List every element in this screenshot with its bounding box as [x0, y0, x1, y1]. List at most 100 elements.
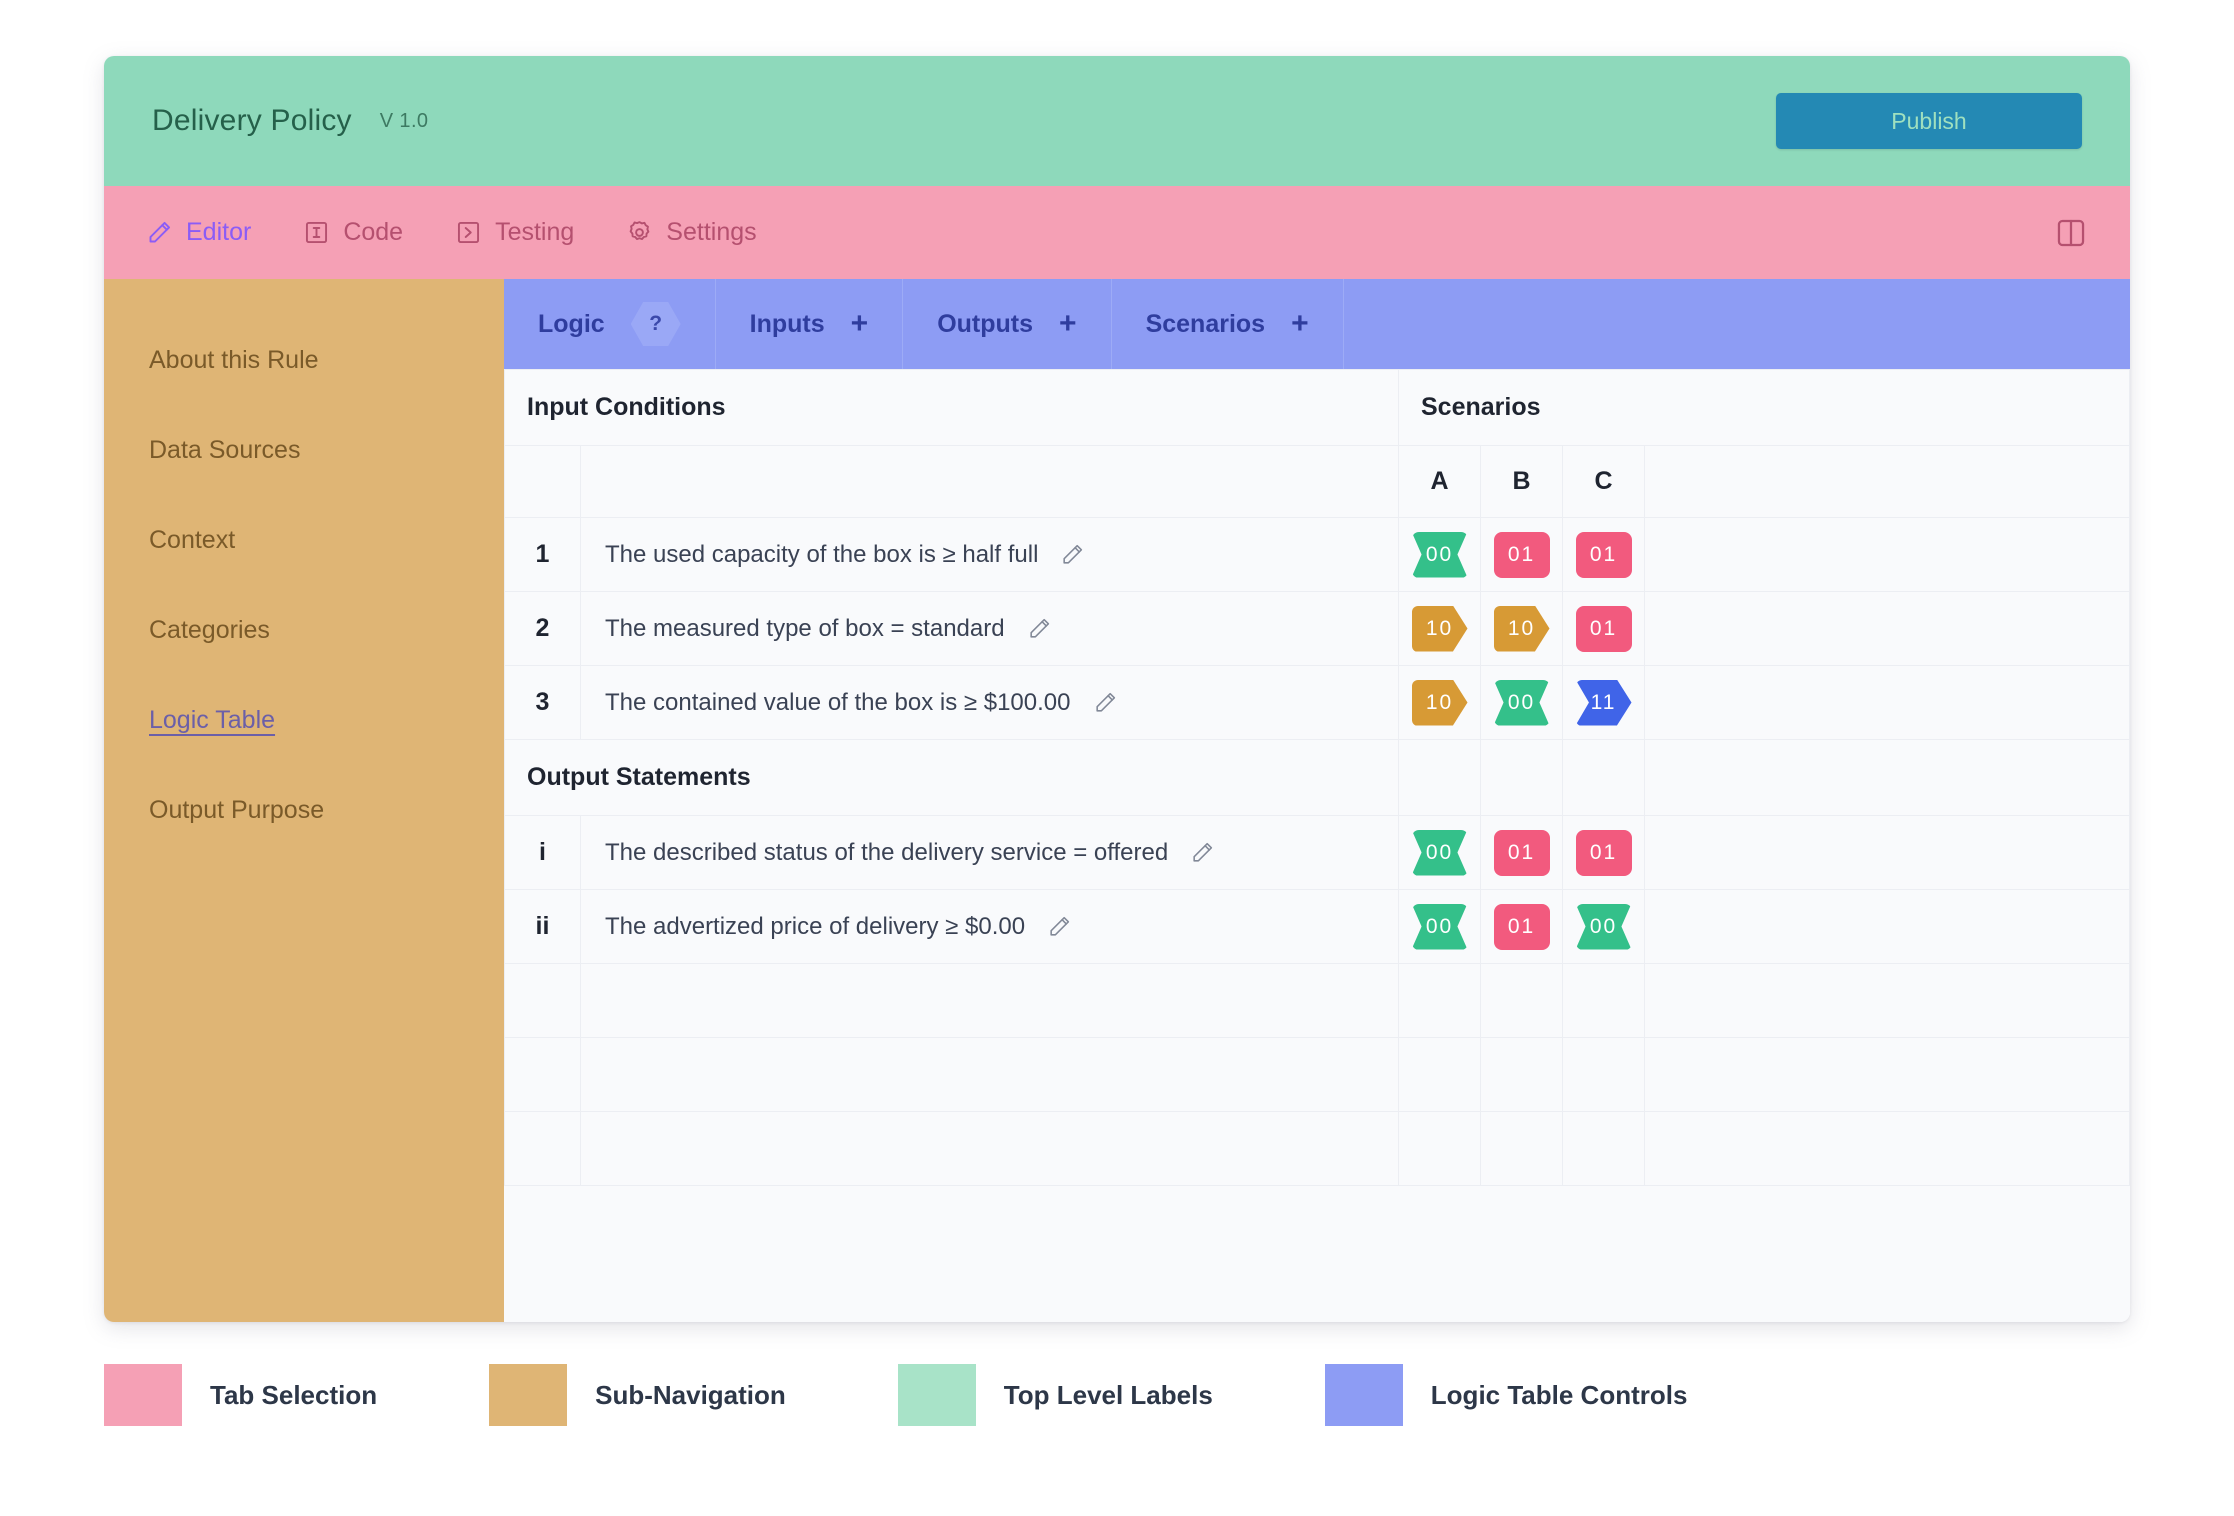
blank-cell — [1398, 739, 1481, 816]
logic-tab-logic[interactable]: Logic ? — [504, 279, 716, 369]
scenario-badge[interactable]: 00 — [1411, 903, 1468, 950]
scenario-badge[interactable]: 00 — [1411, 829, 1468, 876]
pencil-icon[interactable] — [1027, 616, 1052, 641]
row-spacer-cell — [1644, 517, 2130, 592]
scenario-badge[interactable]: 00 — [1411, 531, 1468, 578]
scenario-cell[interactable]: 01 — [1480, 815, 1563, 890]
blank-cell — [1480, 739, 1563, 816]
scenario-cell[interactable]: 01 — [1480, 889, 1563, 964]
scenario-badge[interactable]: 10 — [1493, 605, 1550, 652]
scenario-badge[interactable]: 00 — [1493, 679, 1550, 726]
legend-item-sub-navigation: Sub-Navigation — [489, 1364, 786, 1426]
scenario-badge[interactable]: 01 — [1493, 903, 1550, 950]
scenario-cell[interactable]: 00 — [1398, 815, 1481, 890]
scenario-badge[interactable]: 01 — [1493, 829, 1550, 876]
blank-cell — [1562, 963, 1645, 1038]
sidebar-item-logic-table[interactable]: Logic Table — [104, 675, 504, 765]
blank-cell — [1480, 1111, 1563, 1186]
logic-table: Input Conditions Scenarios A B C 1 The used ca… — [504, 369, 2130, 1186]
blank-cell — [504, 963, 581, 1038]
main-content: Logic ? Inputs + Outputs + Scenarios + I… — [504, 279, 2130, 1322]
app-window: Delivery Policy V 1.0 Publish Editor Cod… — [104, 56, 2130, 1322]
pencil-icon[interactable] — [1060, 542, 1085, 567]
blank-cell — [1644, 1111, 2130, 1186]
scenario-cell[interactable]: 10 — [1398, 591, 1481, 666]
logic-table-tabbar: Logic ? Inputs + Outputs + Scenarios + — [504, 279, 2130, 369]
scenario-badge[interactable]: 01 — [1575, 829, 1632, 876]
scenario-cell[interactable]: 00 — [1398, 517, 1481, 592]
sidebar-item-categories[interactable]: Categories — [104, 585, 504, 675]
scenario-badge[interactable]: 01 — [1575, 531, 1632, 578]
blank-cell — [1480, 1037, 1563, 1112]
scenario-cell[interactable]: 01 — [1562, 591, 1645, 666]
table-empty-row — [504, 1111, 2130, 1186]
scenario-badge[interactable]: 00 — [1575, 903, 1632, 950]
tab-testing-label: Testing — [495, 218, 575, 246]
page-title: Delivery Policy — [152, 104, 352, 137]
split-panel-icon[interactable] — [2054, 216, 2088, 250]
scenario-column-header[interactable]: B — [1480, 445, 1563, 518]
pencil-icon[interactable] — [1047, 914, 1072, 939]
scenario-cell[interactable]: 10 — [1480, 591, 1563, 666]
scenario-badge[interactable]: 01 — [1493, 531, 1550, 578]
add-scenario-icon[interactable]: + — [1291, 307, 1309, 341]
table-row: 2 The measured type of box = standard 10 10… — [504, 591, 2130, 666]
blank-cell — [1480, 963, 1563, 1038]
publish-button[interactable]: Publish — [1776, 93, 2082, 149]
row-index: 1 — [504, 517, 581, 592]
pencil-icon[interactable] — [1190, 840, 1215, 865]
scenario-cell[interactable]: 00 — [1480, 665, 1563, 740]
scenario-cell[interactable]: 00 — [1398, 889, 1481, 964]
blank-cell — [504, 445, 581, 518]
statement-text: The used capacity of the box is ≥ half f… — [605, 540, 1039, 568]
scenario-badge[interactable]: 10 — [1411, 679, 1468, 726]
row-index: 3 — [504, 665, 581, 740]
version-label: V 1.0 — [379, 109, 429, 132]
tab-settings-label: Settings — [666, 218, 757, 246]
scenario-badge[interactable]: 01 — [1575, 605, 1632, 652]
logic-tab-outputs[interactable]: Outputs + — [903, 279, 1112, 369]
scenario-cell[interactable]: 11 — [1562, 665, 1645, 740]
pencil-icon[interactable] — [1093, 690, 1118, 715]
logic-tab-inputs[interactable]: Inputs + — [716, 279, 904, 369]
tab-testing[interactable]: Testing — [455, 218, 574, 247]
scenario-cell[interactable]: 01 — [1480, 517, 1563, 592]
sidebar-item-output-purpose[interactable]: Output Purpose — [104, 765, 504, 855]
scenario-badge[interactable]: 11 — [1575, 679, 1632, 726]
legend-item-logic-table-controls: Logic Table Controls — [1324, 1364, 1687, 1426]
help-badge-icon[interactable]: ? — [630, 302, 681, 346]
statement-text: The described status of the delivery ser… — [605, 838, 1169, 866]
tab-editor[interactable]: Editor — [146, 218, 251, 247]
output-statement-cell[interactable]: The advertized price of delivery ≥ $0.00 — [580, 889, 1399, 964]
output-statement-cell[interactable]: The described status of the delivery ser… — [580, 815, 1399, 890]
tab-code[interactable]: Code — [303, 218, 403, 247]
logic-tab-scenarios[interactable]: Scenarios + — [1112, 279, 1344, 369]
legend-item-top-level-labels: Top Level Labels — [897, 1364, 1213, 1426]
sidebar-item-context[interactable]: Context — [104, 495, 504, 585]
blank-cell — [1644, 445, 2130, 518]
scenario-badge[interactable]: 10 — [1411, 605, 1468, 652]
table-row: i The described status of the delivery se… — [504, 815, 2130, 890]
legend-swatch — [104, 1364, 182, 1426]
scenario-cell[interactable]: 01 — [1562, 815, 1645, 890]
table-section-header-row: Input Conditions Scenarios — [504, 369, 2130, 446]
scenario-cell[interactable]: 10 — [1398, 665, 1481, 740]
scenario-column-header[interactable]: A — [1398, 445, 1481, 518]
table-section-header-row: Output Statements — [504, 739, 2130, 816]
sidebar-item-data-sources[interactable]: Data Sources — [104, 405, 504, 495]
sub-navigation-sidebar: About this Rule Data Sources Context Cat… — [104, 279, 504, 1322]
add-input-icon[interactable]: + — [851, 307, 869, 341]
tab-settings[interactable]: Settings — [626, 218, 757, 247]
input-statement-cell[interactable]: The used capacity of the box is ≥ half f… — [580, 517, 1399, 592]
sidebar-item-label: Context — [149, 525, 236, 554]
sidebar-item-label: About this Rule — [149, 345, 319, 374]
table-empty-row — [504, 1037, 2130, 1112]
scenario-column-header[interactable]: C — [1562, 445, 1645, 518]
add-output-icon[interactable]: + — [1059, 307, 1077, 341]
sidebar-item-about-this-rule[interactable]: About this Rule — [104, 315, 504, 405]
scenario-cell[interactable]: 01 — [1562, 517, 1645, 592]
input-statement-cell[interactable]: The measured type of box = standard — [580, 591, 1399, 666]
logic-table-wrapper: Input Conditions Scenarios A B C 1 The used ca… — [504, 369, 2130, 1322]
scenario-cell[interactable]: 00 — [1562, 889, 1645, 964]
input-statement-cell[interactable]: The contained value of the box is ≥ $100… — [580, 665, 1399, 740]
